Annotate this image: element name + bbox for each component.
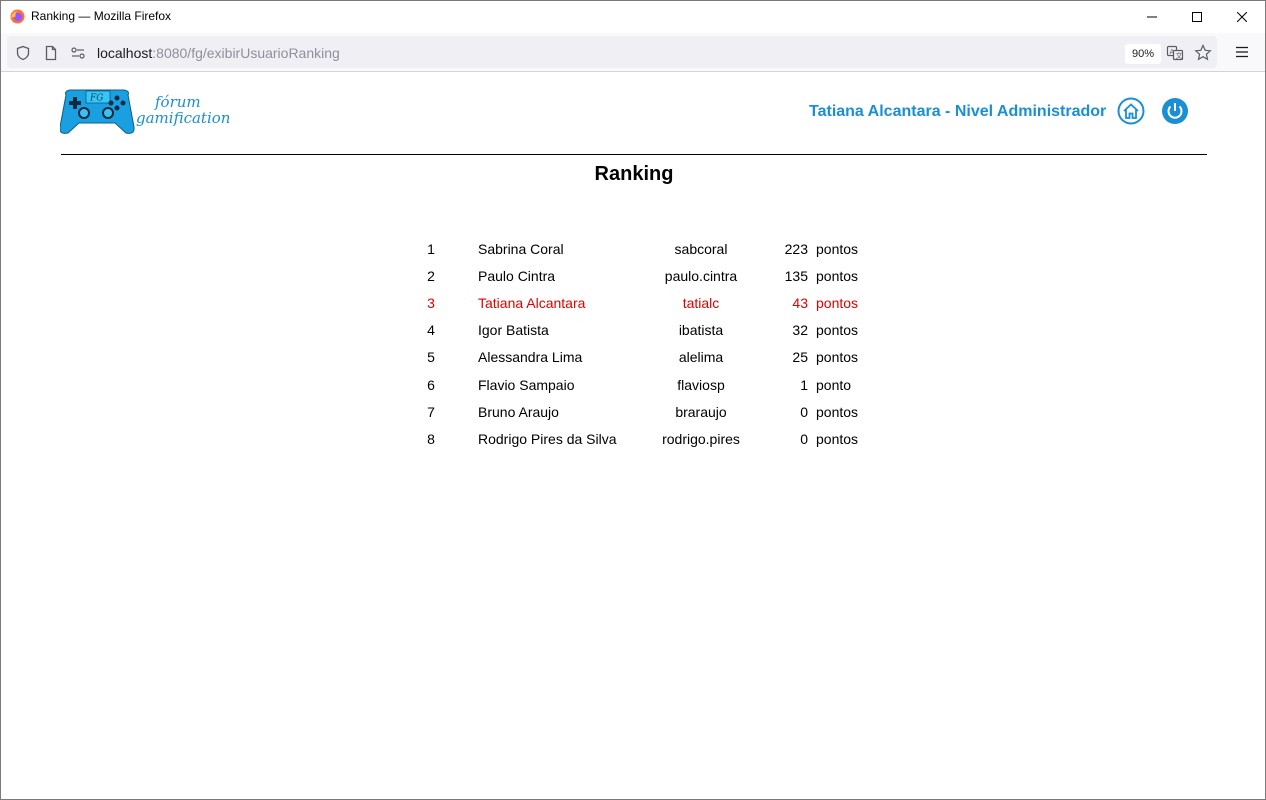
username: braraujo — [675, 404, 727, 420]
points-unit: pontos — [816, 268, 859, 284]
points-value: 25 — [792, 349, 808, 365]
user-full-name: Sabrina Coral — [478, 241, 564, 257]
address-bar[interactable]: localhost:8080/fg/exibirUsuarioRanking 9… — [7, 36, 1217, 68]
rank-number: 6 — [427, 377, 435, 393]
user-full-name: Igor Batista — [478, 322, 549, 338]
rank-number: 2 — [427, 268, 435, 284]
url-host: localhost — [97, 45, 153, 61]
bookmark-star-icon[interactable] — [1194, 44, 1212, 62]
browser-window: Ranking — Mozilla Firefox localhost:8080… — [0, 0, 1266, 800]
user-full-name: Alessandra Lima — [478, 349, 583, 365]
page-title: Ranking — [594, 163, 674, 185]
navigation-bar: localhost:8080/fg/exibirUsuarioRanking 9… — [1, 33, 1265, 71]
close-button[interactable] — [1219, 1, 1265, 33]
points-value: 0 — [800, 404, 808, 420]
ranking-row: 5 Alessandra Lima alelima 25 pontos — [1, 343, 1266, 370]
logo-badge: FG — [89, 94, 103, 104]
points-unit: ponto — [816, 377, 852, 393]
rank-number: 4 — [427, 322, 435, 338]
maximize-button[interactable] — [1174, 1, 1220, 33]
username: ibatista — [678, 322, 724, 338]
rank-number: 7 — [427, 404, 435, 420]
zoom-badge[interactable]: 90% — [1125, 44, 1161, 64]
points-value: 43 — [792, 295, 808, 311]
home-icon[interactable] — [1117, 97, 1145, 125]
power-icon[interactable] — [1161, 97, 1189, 125]
points-value: 135 — [784, 268, 808, 284]
url-path: :8080/fg/exibirUsuarioRanking — [152, 45, 340, 61]
ranking-row: 4 Igor Batista ibatista 32 pontos — [1, 316, 1266, 343]
svg-text:A: A — [1170, 48, 1175, 56]
points-value: 0 — [800, 431, 808, 447]
rank-number: 5 — [427, 349, 435, 365]
svg-text:文: 文 — [1176, 51, 1183, 60]
connection-info-icon[interactable] — [70, 45, 86, 61]
rank-number: 3 — [427, 295, 435, 311]
minimize-icon — [1147, 16, 1157, 18]
forum-gamification-logo[interactable]: FG fórum gamification — [60, 87, 232, 137]
points-value: 223 — [784, 241, 808, 257]
rank-number: 8 — [427, 431, 435, 447]
url-text[interactable]: localhost:8080/fg/exibirUsuarioRanking — [97, 45, 340, 61]
ranking-row: 1 Sabrina Coral sabcoral 223 pontos — [1, 235, 1266, 262]
points-value: 1 — [800, 377, 808, 393]
ranking-row: 6 Flavio Sampaio flaviosp 1 ponto — [1, 371, 1266, 398]
points-value: 32 — [792, 322, 808, 338]
toolbar-divider — [1, 71, 1265, 72]
header-divider — [61, 154, 1207, 155]
rank-number: 1 — [427, 241, 435, 257]
translate-icon[interactable]: A 文 — [1166, 44, 1184, 62]
points-unit: pontos — [816, 431, 859, 447]
maximize-icon — [1192, 12, 1202, 22]
user-full-name: Bruno Araujo — [478, 404, 559, 420]
username: rodrigo.pires — [662, 431, 740, 447]
username: paulo.cintra — [664, 268, 738, 284]
ranking-row: 2 Paulo Cintra paulo.cintra 135 pontos — [1, 262, 1266, 289]
user-full-name: Flavio Sampaio — [478, 377, 575, 393]
points-unit: pontos — [816, 322, 859, 338]
points-unit: pontos — [816, 349, 859, 365]
username: flaviosp — [677, 377, 725, 393]
user-full-name: Rodrigo Pires da Silva — [478, 431, 617, 447]
firefox-icon — [10, 9, 25, 24]
username: sabcoral — [674, 241, 728, 257]
ranking-row: 8 Rodrigo Pires da Silva rodrigo.pires 0 pon… — [1, 425, 1266, 452]
title-bar: Ranking — Mozilla Firefox — [1, 1, 1265, 33]
window-title: Ranking — Mozilla Firefox — [31, 9, 172, 23]
points-unit: pontos — [816, 295, 859, 311]
menu-icon[interactable] — [1234, 44, 1250, 60]
user-name-label: Tatiana Alcantara - Nivel Administrador — [809, 103, 1107, 120]
username: tatialc — [682, 295, 720, 311]
logo-text-line2: gamification — [136, 109, 230, 127]
minimize-button[interactable] — [1129, 1, 1175, 33]
points-unit: pontos — [816, 404, 859, 420]
close-icon — [1237, 12, 1247, 22]
user-full-name: Paulo Cintra — [478, 268, 556, 284]
user-full-name: Tatiana Alcantara — [478, 295, 586, 311]
shield-icon[interactable] — [15, 45, 31, 61]
ranking-row: 7 Bruno Araujo braraujo 0 pontos — [1, 398, 1266, 425]
username: alelima — [678, 349, 724, 365]
points-unit: pontos — [816, 241, 859, 257]
page-icon[interactable] — [43, 45, 59, 61]
ranking-row: 3 Tatiana Alcantara tatialc 43 pontos — [1, 289, 1266, 316]
